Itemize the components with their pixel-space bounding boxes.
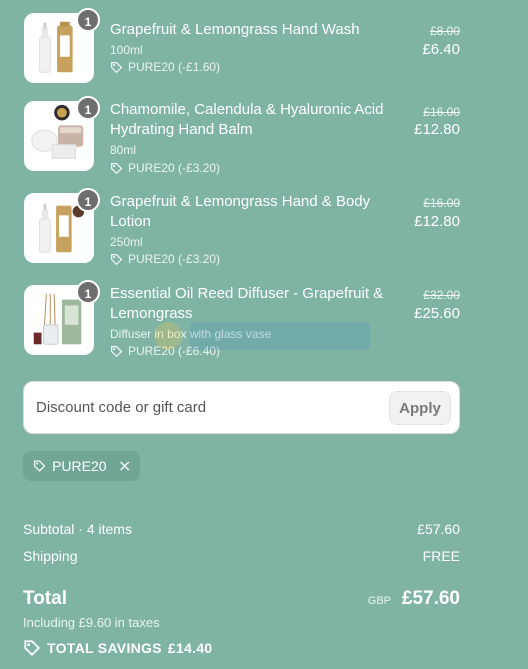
tag-icon <box>111 345 123 357</box>
savings-value: £14.40 <box>167 640 213 656</box>
subtotal-row: Subtotal · 4 items £57.60 <box>23 521 460 537</box>
currency-code: GBP <box>367 595 391 607</box>
original-price: £16.00 <box>423 105 460 119</box>
item-discount: PURE20 (-£1.60) <box>110 60 220 74</box>
shipping-value: FREE <box>422 548 460 564</box>
item-title: Grapefruit & Lemongrass Hand & Body Loti… <box>110 193 371 230</box>
quantity-badge: 1 <box>76 8 100 32</box>
tag-icon <box>111 253 123 265</box>
shipping-row: Shipping FREE <box>23 548 460 564</box>
total-amount: £57.60 <box>401 588 460 609</box>
shipping-label: Shipping <box>23 548 78 564</box>
tag-icon <box>24 640 41 657</box>
apply-discount-button[interactable]: Apply <box>389 391 451 425</box>
item-discount-text: PURE20 (-£1.60) <box>128 60 221 74</box>
tag-icon <box>111 162 123 174</box>
item-variant: 100ml <box>110 43 143 57</box>
item-price: £25.60 <box>414 305 460 322</box>
remove-discount-icon[interactable] <box>119 459 130 473</box>
total-savings: TOTAL SAVINGS £14.40 <box>23 639 213 657</box>
quantity-badge: 1 <box>76 188 100 212</box>
item-variant: 250ml <box>110 235 143 249</box>
tag-icon <box>34 460 46 472</box>
original-price: £16.00 <box>423 196 460 210</box>
tag-icon <box>111 61 123 73</box>
item-title: Grapefruit & Lemongrass Hand Wash <box>110 21 360 38</box>
subtotal-label: Subtotal · 4 items <box>23 521 132 537</box>
quantity-badge: 1 <box>76 280 100 304</box>
item-title: Chamomile, Calendula & Hyaluronic Acid H… <box>110 101 384 138</box>
item-price: £6.40 <box>422 41 460 58</box>
subtotal-value: £57.60 <box>417 521 460 537</box>
line-item: 1 Grapefruit & Lemongrass Hand & Body Lo… <box>0 188 528 272</box>
item-discount-text: PURE20 (-£3.20) <box>128 161 221 175</box>
item-discount-text: PURE20 (-£6.40) <box>128 344 221 358</box>
taxes-note: Including £9.60 in taxes <box>23 615 160 630</box>
line-item: 1 Chamomile, Calendula & Hyaluronic Acid… <box>0 96 528 180</box>
original-price: £8.00 <box>429 24 460 38</box>
quantity-badge: 1 <box>76 96 100 120</box>
savings-label: TOTAL SAVINGS <box>47 640 162 656</box>
item-discount: PURE20 (-£6.40) <box>110 344 220 358</box>
item-price: £12.80 <box>414 213 460 230</box>
item-discount: PURE20 (-£3.20) <box>110 252 220 266</box>
original-price: £32.00 <box>423 288 460 302</box>
item-price: £12.80 <box>414 121 460 138</box>
applied-discount-chip: PURE20 <box>23 451 140 481</box>
item-title: Essential Oil Reed Diffuser - Grapefruit… <box>110 285 384 322</box>
discount-code-input[interactable] <box>24 382 384 433</box>
item-variant: Diffuser in box with glass vase <box>110 327 272 341</box>
item-discount-text: PURE20 (-£3.20) <box>128 252 221 266</box>
applied-code-label: PURE20 <box>52 458 107 474</box>
discount-code-box: Apply <box>23 381 460 434</box>
total-label: Total <box>23 588 67 609</box>
item-variant: 80ml <box>110 143 137 157</box>
line-item: 1 Essential Oil Reed Diffuser - Grapefru… <box>0 280 528 364</box>
item-discount: PURE20 (-£3.20) <box>110 161 220 175</box>
line-item: 1 Grapefruit & Lemongrass Hand Wash 100m… <box>0 8 528 92</box>
